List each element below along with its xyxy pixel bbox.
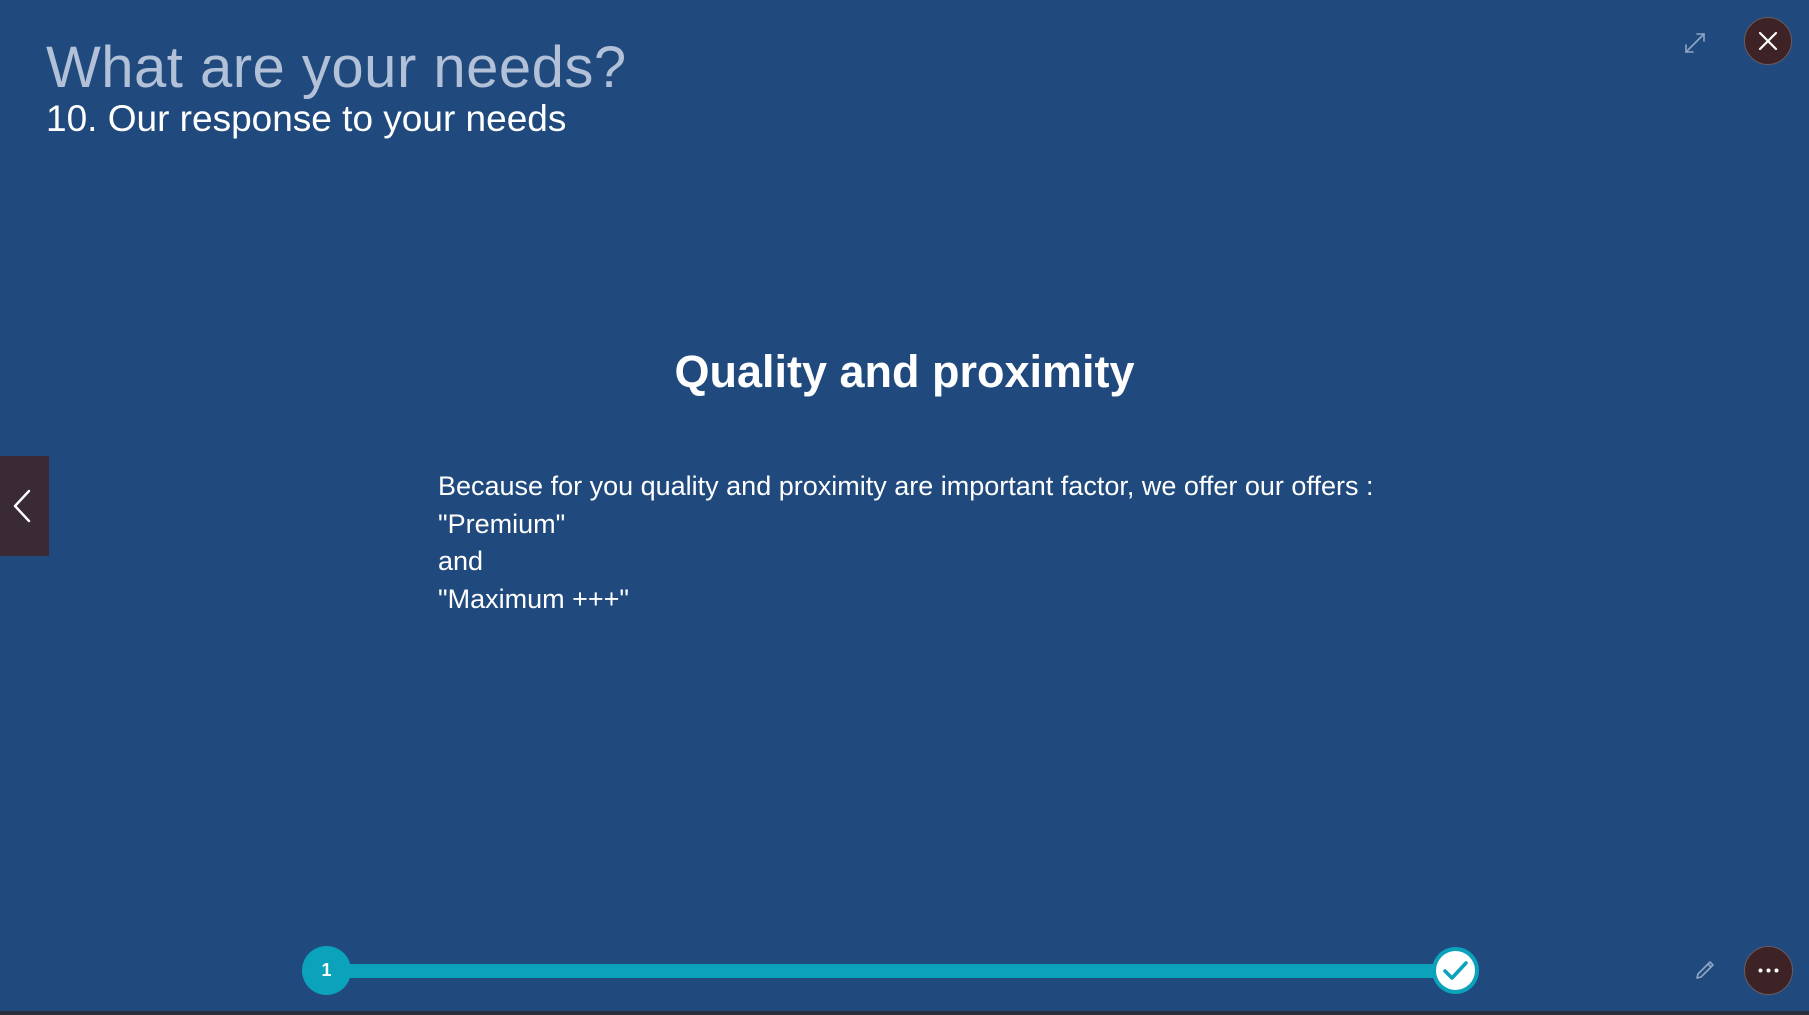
check-icon <box>1443 961 1468 980</box>
slide-heading: Quality and proximity <box>674 346 1135 397</box>
body-line: Because for you quality and proximity ar… <box>438 471 1374 501</box>
more-options-button[interactable] <box>1744 946 1793 995</box>
more-horizontal-icon <box>1758 968 1779 973</box>
bottom-strip <box>0 1011 1809 1015</box>
body-line: "Premium" <box>438 508 566 539</box>
expand-icon <box>1685 33 1705 53</box>
progress-step-1[interactable]: 1 <box>302 946 351 995</box>
progress-bar <box>326 964 1456 978</box>
expand-button[interactable] <box>1681 29 1709 57</box>
close-icon <box>1758 31 1778 51</box>
progress-finish[interactable] <box>1432 947 1479 994</box>
slide-viewer: What are your needs? 10. Our response to… <box>0 0 1809 1015</box>
body-line: and <box>438 546 484 576</box>
chevron-left-icon <box>13 489 31 523</box>
edit-button[interactable] <box>1691 955 1719 983</box>
close-button[interactable] <box>1744 17 1792 65</box>
pencil-icon <box>1696 961 1714 979</box>
page-title: What are your needs? <box>46 35 627 100</box>
previous-slide-button[interactable] <box>0 456 49 556</box>
slide-body: Because for you quality and proximity ar… <box>438 468 1538 618</box>
body-line: "Maximum +++" <box>438 583 629 614</box>
page-subtitle: 10. Our response to your needs <box>46 98 567 139</box>
